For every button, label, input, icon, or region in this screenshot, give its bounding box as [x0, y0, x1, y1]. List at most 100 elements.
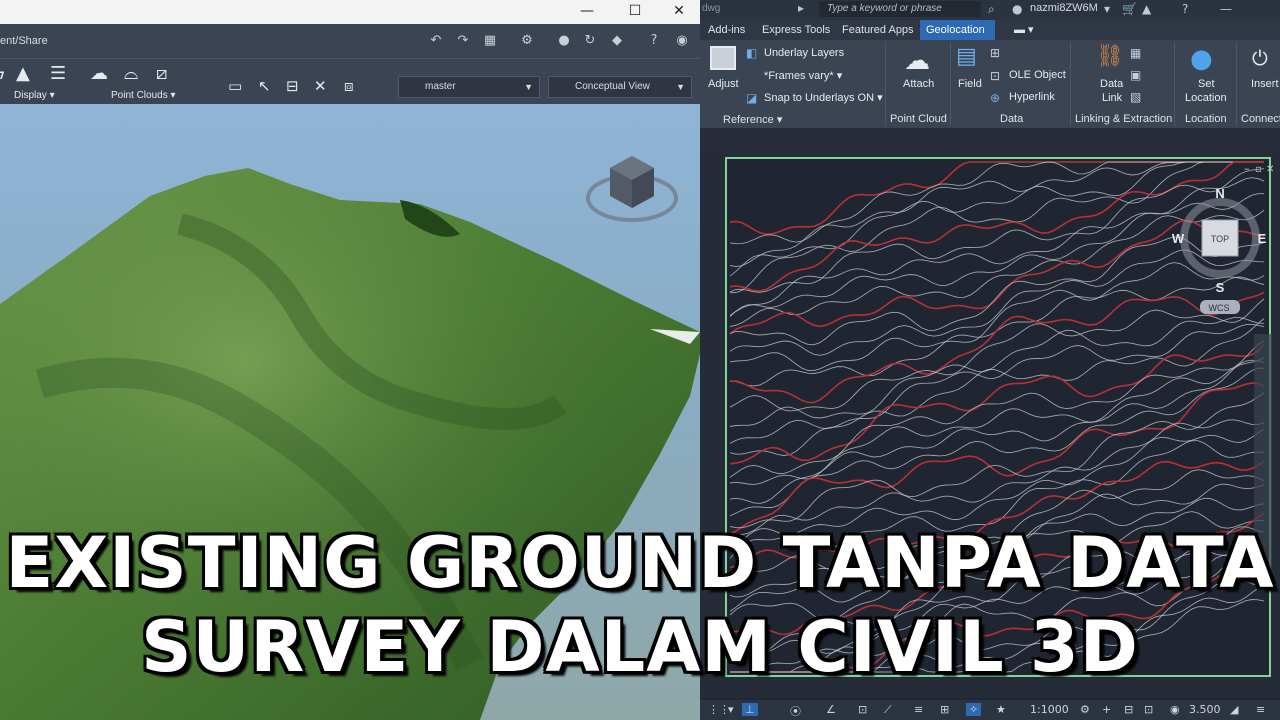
- display-menu[interactable]: Display ▾: [14, 90, 55, 101]
- tab-featured-apps[interactable]: Featured Apps: [836, 20, 920, 40]
- hardware-icon[interactable]: ◢: [1230, 703, 1238, 716]
- maximize-icon[interactable]: ☐: [612, 0, 658, 24]
- tab-overflow-icon[interactable]: ▬ ▾: [1008, 20, 1040, 40]
- plus-icon[interactable]: +: [1102, 703, 1111, 716]
- viewport-restore-icon[interactable]: ▫: [1255, 164, 1262, 175]
- cube-icon[interactable]: ◆: [607, 31, 627, 51]
- insert-plug-icon[interactable]: ⏻: [1252, 46, 1268, 70]
- linking-extraction-group-label: Linking & Extraction: [1075, 113, 1173, 125]
- adjust-icon[interactable]: [710, 46, 736, 70]
- point-cloud-icon[interactable]: ☁: [90, 63, 108, 84]
- polar-icon[interactable]: ⦿: [790, 703, 801, 719]
- reference-group-label[interactable]: Reference ▾: [723, 113, 782, 126]
- globe-icon[interactable]: ●: [554, 31, 574, 51]
- data-link-button-line2[interactable]: Link: [1102, 92, 1122, 104]
- ole-object-button[interactable]: OLE Object: [1009, 69, 1066, 81]
- hyperlink-globe-icon[interactable]: ⊕: [990, 91, 1000, 105]
- select-cursor-icon[interactable]: ↖: [258, 77, 271, 95]
- grid-toggle-icon[interactable]: ⋮⋮: [708, 703, 730, 716]
- gear-icon[interactable]: ⚙: [1080, 703, 1090, 716]
- underlay-layers-icon[interactable]: ◧: [746, 46, 757, 60]
- compass-west[interactable]: W: [1172, 231, 1185, 246]
- refresh-icon[interactable]: ↻: [580, 31, 600, 51]
- mountain-icon[interactable]: ▲: [16, 63, 30, 84]
- download-icon[interactable]: ▧: [1130, 90, 1141, 104]
- table-icon[interactable]: ⊞: [990, 46, 1000, 60]
- elevation-value[interactable]: 3.500: [1189, 703, 1221, 716]
- underlay-layers-button[interactable]: Underlay Layers: [764, 47, 844, 59]
- user-avatar-icon[interactable]: ◉: [672, 31, 692, 51]
- point-cloud-slice-icon[interactable]: ⧄: [156, 63, 167, 84]
- clip-icon[interactable]: ⧈: [344, 77, 354, 95]
- compass-east[interactable]: E: [1258, 231, 1267, 246]
- wcs-label[interactable]: WCS: [1209, 303, 1230, 313]
- cross-icon[interactable]: ✕: [314, 77, 327, 95]
- field-button[interactable]: Field: [958, 78, 982, 90]
- point-cloud-dome-icon[interactable]: ⌓: [124, 63, 138, 84]
- cart-icon[interactable]: 🛒: [1122, 2, 1137, 16]
- extract-icon[interactable]: ▦: [1130, 46, 1141, 60]
- view-style-dropdown[interactable]: Conceptual View ▼: [548, 76, 692, 98]
- gear-icon[interactable]: ⚙: [517, 31, 537, 51]
- grid-icon[interactable]: ▦: [480, 31, 500, 51]
- search-input[interactable]: Type a keyword or phrase: [819, 1, 981, 17]
- search-icon[interactable]: ⌕: [988, 2, 995, 17]
- autodesk-triangle-icon[interactable]: ▲: [1142, 2, 1151, 16]
- username[interactable]: nazmi8ZW6M: [1030, 2, 1098, 14]
- snap-icon[interactable]: ◪: [746, 91, 757, 105]
- lightning-icon[interactable]: ϟ: [0, 63, 6, 84]
- measure-icon[interactable]: ⊟: [286, 77, 299, 95]
- tab-add-ins[interactable]: Add-ins: [702, 20, 751, 40]
- frames-dropdown[interactable]: *Frames vary* ▾: [764, 69, 842, 82]
- lineweight-icon[interactable]: ⟋: [884, 703, 892, 717]
- master-dropdown[interactable]: master ▼: [398, 76, 540, 98]
- data-link-icon[interactable]: ⛓: [1096, 44, 1124, 69]
- point-cloud-attach-icon[interactable]: ☁: [904, 46, 930, 76]
- annotation-icon[interactable]: ✧: [966, 703, 982, 716]
- ole-object-icon[interactable]: ⊡: [990, 69, 1000, 83]
- viewport-minimize-icon[interactable]: –: [1244, 162, 1250, 175]
- set-location-globe-icon[interactable]: ●: [1190, 44, 1213, 74]
- tab-express-tools[interactable]: Express Tools: [756, 20, 836, 40]
- insert-button[interactable]: Insert: [1251, 78, 1279, 90]
- set-location-button-line2[interactable]: Location: [1185, 92, 1227, 104]
- help-icon[interactable]: ?: [1182, 2, 1188, 16]
- search-arrow-icon[interactable]: ▸: [798, 1, 804, 15]
- hyperlink-button[interactable]: Hyperlink: [1009, 91, 1055, 103]
- scale-value[interactable]: 1:1000: [1030, 703, 1069, 716]
- workspace-icon[interactable]: ⊟: [1124, 703, 1133, 716]
- adjust-button[interactable]: Adjust: [708, 78, 739, 90]
- minimize-icon[interactable]: —: [564, 0, 610, 24]
- snap-toggle-icon[interactable]: ⊥: [742, 703, 758, 716]
- transparency-icon[interactable]: ≡: [914, 703, 923, 716]
- user-menu-chevron-icon[interactable]: ▾: [1104, 2, 1110, 16]
- close-icon[interactable]: ✕: [656, 0, 700, 24]
- isolate-icon[interactable]: ⊡: [1144, 703, 1153, 716]
- window-minimize-icon[interactable]: —: [1220, 2, 1232, 16]
- snap-to-underlays-dropdown[interactable]: Snap to Underlays ON ▾: [764, 91, 883, 104]
- osnap-icon[interactable]: ⊡: [858, 703, 867, 716]
- undo-icon[interactable]: ↶: [426, 31, 446, 51]
- help-icon[interactable]: ?: [644, 31, 664, 51]
- tab-geolocation[interactable]: Geolocation: [920, 20, 995, 40]
- user-icon[interactable]: ●: [1012, 2, 1022, 16]
- redo-icon[interactable]: ↷: [453, 31, 473, 51]
- set-location-button[interactable]: Set: [1198, 78, 1215, 90]
- isodraft-icon[interactable]: ∠: [826, 703, 836, 716]
- compass-south[interactable]: S: [1216, 280, 1225, 295]
- selection-cycle-icon[interactable]: ⊞: [940, 703, 949, 716]
- lineweight-value-icon[interactable]: ◉: [1170, 703, 1180, 716]
- update-icon[interactable]: ▣: [1130, 68, 1141, 82]
- list-icon[interactable]: ☰: [50, 63, 66, 84]
- monitor-icon[interactable]: ▭: [228, 77, 242, 95]
- compass-north[interactable]: N: [1215, 186, 1224, 201]
- data-link-button[interactable]: Data: [1100, 78, 1123, 90]
- viewport-close-icon[interactable]: ✕: [1266, 164, 1274, 175]
- customize-icon[interactable]: ≡: [1256, 703, 1265, 716]
- field-icon[interactable]: ▤: [956, 44, 977, 69]
- annotation-scale-icon[interactable]: ★: [996, 703, 1006, 716]
- viewcube-top-label[interactable]: TOP: [1211, 234, 1229, 244]
- attach-button[interactable]: Attach: [903, 78, 934, 90]
- point-clouds-menu[interactable]: Point Clouds ▾: [111, 90, 176, 101]
- status-chevron-icon[interactable]: ▾: [728, 703, 734, 716]
